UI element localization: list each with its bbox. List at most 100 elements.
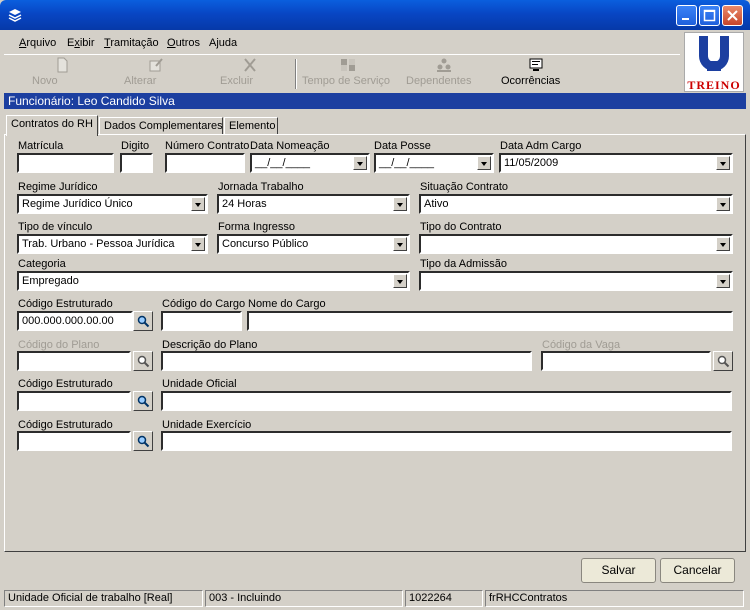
tipo-vinculo-dropdown-icon[interactable] xyxy=(191,237,205,251)
codigo-vaga-field[interactable] xyxy=(541,351,711,371)
situacao-label: Situação Contrato xyxy=(420,181,509,193)
close-button[interactable] xyxy=(722,5,743,26)
status-codigo: 1022264 xyxy=(405,590,483,607)
puzzle-icon xyxy=(341,59,355,71)
unidade-exercicio-label: Unidade Exercício xyxy=(162,419,252,431)
close-icon xyxy=(727,10,738,21)
people-icon xyxy=(437,58,451,72)
codigo-cargo-field[interactable] xyxy=(161,311,242,331)
situacao-dropdown-icon[interactable] xyxy=(716,197,730,211)
alterar-label: Alterar xyxy=(124,75,157,87)
tipo-admissao-dropdown-icon[interactable] xyxy=(716,274,730,288)
menu-exibir[interactable]: Exibir xyxy=(67,37,95,49)
cod-estruturado-3-field[interactable] xyxy=(17,431,131,451)
tipo-contrato-dropdown-icon[interactable] xyxy=(716,237,730,251)
codigo-plano-field[interactable] xyxy=(17,351,131,371)
monitor-icon xyxy=(529,58,543,71)
unidade-oficial-label: Unidade Oficial xyxy=(162,378,237,390)
cod-estruturado-1-search-button[interactable] xyxy=(133,311,153,331)
toolbar: Novo Alterar Excluir Tempo de Serviço De… xyxy=(4,54,680,92)
logo-emblem-icon xyxy=(699,36,729,71)
tipo-admissao-select[interactable] xyxy=(419,271,733,291)
regime-dropdown-icon[interactable] xyxy=(191,197,205,211)
data-nomeacao-value: __/__/____ xyxy=(255,157,311,169)
search-icon xyxy=(717,355,730,368)
data-adm-cargo-field[interactable]: 11/05/2009 xyxy=(499,153,733,173)
jornada-label: Jornada Trabalho xyxy=(218,181,304,193)
dependentes-button[interactable]: Dependentes xyxy=(406,57,482,93)
codigo-vaga-label: Código da Vaga xyxy=(542,339,621,351)
data-posse-field[interactable]: __/__/____ xyxy=(374,153,494,173)
digito-field[interactable] xyxy=(120,153,153,173)
data-posse-label: Data Posse xyxy=(374,140,431,152)
data-adm-cargo-dropdown-icon[interactable] xyxy=(716,156,730,170)
digito-label: Digito xyxy=(121,140,150,152)
search-icon xyxy=(137,315,150,328)
matricula-field[interactable] xyxy=(17,153,114,173)
novo-button[interactable]: Novo xyxy=(32,57,92,93)
data-adm-cargo-value: 11/05/2009 xyxy=(504,157,559,169)
numero-contrato-label: Número Contrato xyxy=(165,140,250,152)
alterar-button[interactable]: Alterar xyxy=(124,57,188,93)
unidade-oficial-field[interactable] xyxy=(161,391,732,411)
codigo-plano-search-button[interactable] xyxy=(133,351,153,371)
salvar-button[interactable]: Salvar xyxy=(581,558,656,583)
menu-outros[interactable]: Outros xyxy=(167,37,200,49)
cod-estruturado-1-field[interactable]: 000.000.000.00.00 xyxy=(17,311,133,331)
tipo-contrato-select[interactable] xyxy=(419,234,733,254)
cod-estruturado-2-field[interactable] xyxy=(17,391,131,411)
data-nomeacao-dropdown-icon[interactable] xyxy=(353,156,367,170)
logo-text: TREINO xyxy=(687,78,741,92)
tab-contratos-rh[interactable]: Contratos do RH xyxy=(6,115,98,136)
menu-ajuda[interactable]: Ajuda xyxy=(209,37,237,49)
situacao-select[interactable]: Ativo xyxy=(419,194,733,214)
forma-ingresso-label: Forma Ingresso xyxy=(218,221,296,233)
search-icon xyxy=(137,435,150,448)
data-posse-value: __/__/____ xyxy=(379,157,435,169)
numero-contrato-field[interactable] xyxy=(165,153,245,173)
ocorrencias-button[interactable]: Ocorrências xyxy=(501,57,571,93)
tipo-admissao-label: Tipo da Admissão xyxy=(420,258,508,270)
cod-estruturado-2-label: Código Estruturado xyxy=(18,378,113,390)
novo-label: Novo xyxy=(32,75,58,87)
forma-ingresso-dropdown-icon[interactable] xyxy=(393,237,407,251)
matricula-label: Matrícula xyxy=(18,140,64,152)
nome-cargo-field[interactable] xyxy=(247,311,733,331)
regime-select[interactable]: Regime Jurídico Único xyxy=(17,194,208,214)
excluir-button[interactable]: Excluir xyxy=(220,57,280,93)
cod-estruturado-3-search-button[interactable] xyxy=(133,431,153,451)
codigo-plano-label: Código do Plano xyxy=(18,339,100,351)
codigo-cargo-label: Código do Cargo xyxy=(162,298,246,310)
menu-arquivo[interactable]: Arquivo xyxy=(19,37,56,49)
data-nomeacao-field[interactable]: __/__/____ xyxy=(250,153,370,173)
categoria-select[interactable]: Empregado xyxy=(17,271,410,291)
delete-icon xyxy=(244,58,256,72)
categoria-dropdown-icon[interactable] xyxy=(393,274,407,288)
menu-tramitacao[interactable]: Tramitação xyxy=(104,37,159,49)
status-bar: Unidade Oficial de trabalho [Real] 003 -… xyxy=(4,588,746,608)
tempo-servico-label: Tempo de Serviço xyxy=(302,75,391,87)
tipo-vinculo-select[interactable]: Trab. Urbano - Pessoa Jurídica xyxy=(17,234,208,254)
title-bar xyxy=(0,0,750,30)
tempo-servico-button[interactable]: Tempo de Serviço xyxy=(302,57,394,93)
cod-estruturado-2-search-button[interactable] xyxy=(133,391,153,411)
categoria-value: Empregado xyxy=(22,275,79,287)
jornada-select[interactable]: 24 Horas xyxy=(217,194,410,214)
data-posse-dropdown-icon[interactable] xyxy=(477,156,491,170)
maximize-button[interactable] xyxy=(699,5,720,26)
data-nomeacao-label: Data Nomeação xyxy=(250,140,330,152)
descricao-plano-field[interactable] xyxy=(161,351,532,371)
codigo-vaga-search-button[interactable] xyxy=(713,351,733,371)
minimize-button[interactable] xyxy=(676,5,697,26)
jornada-dropdown-icon[interactable] xyxy=(393,197,407,211)
search-icon xyxy=(137,355,150,368)
cancelar-button[interactable]: Cancelar xyxy=(660,558,735,583)
tab-elemento[interactable]: Elemento xyxy=(224,117,278,135)
unidade-exercicio-field[interactable] xyxy=(161,431,732,451)
tab-dados-complementares[interactable]: Dados Complementares xyxy=(99,117,223,135)
excluir-label: Excluir xyxy=(220,75,254,87)
search-icon xyxy=(137,395,150,408)
tipo-vinculo-label: Tipo de vínculo xyxy=(18,221,93,233)
dependentes-label: Dependentes xyxy=(406,75,472,87)
forma-ingresso-select[interactable]: Concurso Público xyxy=(217,234,410,254)
